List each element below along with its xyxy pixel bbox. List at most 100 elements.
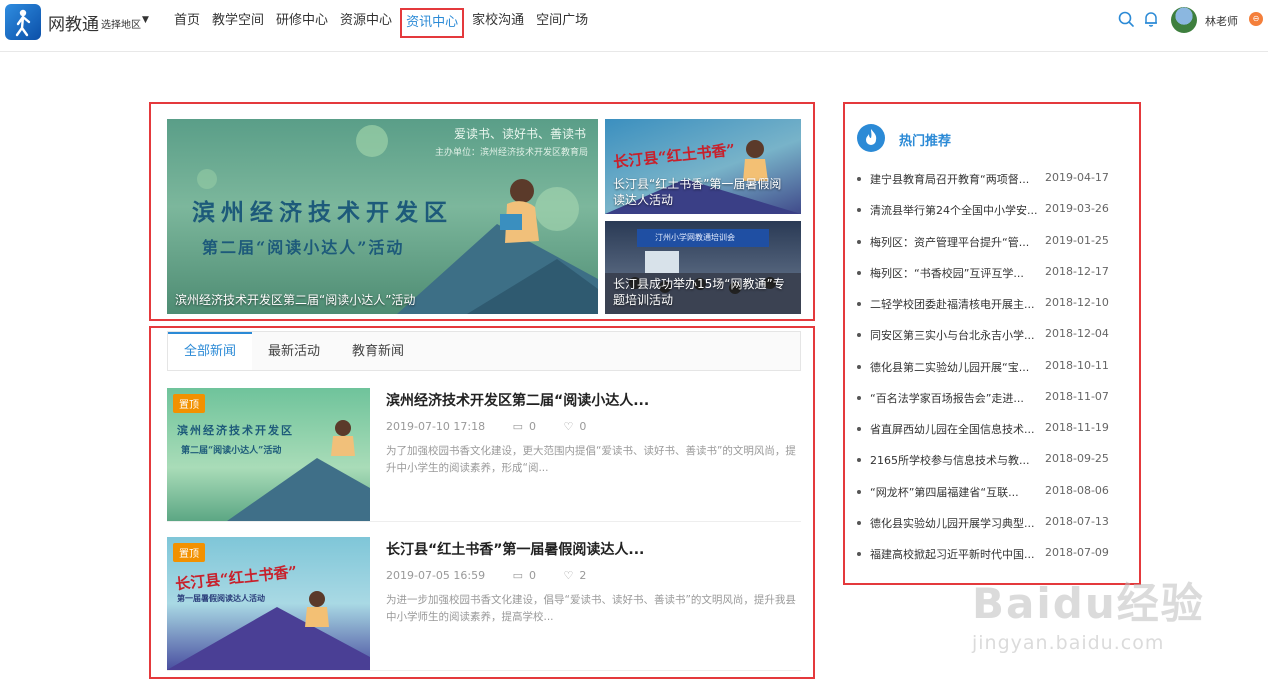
banner-text: 汀州小学网教通培训会 <box>655 233 735 242</box>
comment-icon[interactable]: ▭ <box>513 420 523 433</box>
bullet-icon <box>857 552 861 556</box>
brand-name[interactable]: 网教通 <box>48 10 99 35</box>
avatar[interactable] <box>1171 7 1197 33</box>
bullet-icon <box>857 239 861 244</box>
hot-item-title[interactable]: 建宁县教育局召开教育“两项督... <box>870 171 1040 187</box>
nav-home-school[interactable]: 家校沟通 <box>466 8 530 38</box>
comment-count: 0 <box>529 420 537 433</box>
tab-latest-activities[interactable]: 最新活动 <box>252 332 336 370</box>
bullet-icon <box>857 395 861 400</box>
news-thumbnail[interactable]: 滨州经济技术开发区 第二届“阅读小达人”活动 置顶 <box>167 388 370 521</box>
hot-list-item[interactable]: 2165所学校参与信息技术与教... 2018-09-25 <box>857 451 1127 469</box>
tab-all-news[interactable]: 全部新闻 <box>168 332 253 370</box>
poster-subheadline: 第二届“阅读小达人”活动 <box>181 446 282 456</box>
hot-list-item[interactable]: 福建高校掀起习近平新时代中国... 2018-07-09 <box>857 545 1127 563</box>
hot-item-title[interactable]: “网龙杯”第四届福建省“互联... <box>870 484 1040 500</box>
hot-list-item[interactable]: 德化县第二实验幼儿园开展“宝... 2018-10-11 <box>857 358 1127 376</box>
watermark-url: jingyan.baidu.com <box>972 632 1165 654</box>
watermark: Baidu经验 jingyan.baidu.com <box>972 570 1262 678</box>
hot-item-title[interactable]: 省直屏西幼儿园在全国信息技术... <box>870 421 1040 437</box>
poster-headline: 滨州经济技术开发区 <box>192 199 453 226</box>
caret-down-icon[interactable]: ▼ <box>142 15 149 25</box>
hot-list-item[interactable]: 建宁县教育局召开教育“两项督... 2019-04-17 <box>857 170 1127 188</box>
user-badge-icon[interactable]: ⊖ <box>1249 12 1263 26</box>
hot-item-title[interactable]: 德化县第二实验幼儿园开展“宝... <box>870 359 1040 375</box>
hot-list-item[interactable]: 梅列区：资产管理平台提升“管... 2019-01-25 <box>857 233 1127 251</box>
hot-item-date: 2018-12-10 <box>1045 296 1109 309</box>
bullet-icon <box>857 520 861 525</box>
user-name[interactable]: 林老师 <box>1205 13 1238 29</box>
region-selector[interactable]: 选择地区 <box>101 16 141 31</box>
hot-item-title[interactable]: 梅列区：“书香校园”互评互学... <box>870 265 1040 281</box>
news-item[interactable]: 滨州经济技术开发区 第二届“阅读小达人”活动 置顶 滨州经济技术开发区第二届“阅… <box>167 388 801 522</box>
hot-list-item[interactable]: “网龙杯”第四届福建省“互联... 2018-08-06 <box>857 483 1127 501</box>
hot-item-title[interactable]: “百名法学家百场报告会”走进... <box>870 390 1040 406</box>
news-tabs: 全部新闻 最新活动 教育新闻 <box>167 331 801 371</box>
news-thumbnail[interactable]: 长汀县“红土书香” 第一届暑假阅读达人活动 置顶 <box>167 537 370 670</box>
hot-list-item[interactable]: 省直屏西幼儿园在全国信息技术... 2018-11-19 <box>857 420 1127 438</box>
nav-teaching-space[interactable]: 教学空间 <box>206 8 270 38</box>
bell-icon[interactable] <box>1142 10 1160 28</box>
like-count: 0 <box>579 420 587 433</box>
news-summary: 为进一步加强校园书香文化建设，倡导“爱读书、读好书、善读书”的文明风尚，提升我县… <box>386 594 796 623</box>
carousel-side-slide-1[interactable]: 长汀县“红土书香” 长汀县“红土书香”第一届暑假阅读达人活动 <box>605 119 801 214</box>
hot-item-date: 2019-01-25 <box>1045 233 1109 247</box>
bullet-icon <box>857 302 861 306</box>
tab-education-news[interactable]: 教育新闻 <box>336 332 420 370</box>
poster-organizer: 主办单位：滨州经济技术开发区教育局 <box>434 148 588 158</box>
carousel-side-caption-2: 长汀县成功举办15场“网教通”专题培训活动 <box>613 277 785 307</box>
search-icon[interactable] <box>1117 10 1135 28</box>
hot-item-date: 2018-07-09 <box>1045 546 1109 559</box>
hot-item-title[interactable]: 清流县举行第24个全国中小学安... <box>870 202 1040 218</box>
pinned-badge: 置顶 <box>173 394 205 413</box>
carousel-side-slide-2[interactable]: 汀州小学网教通培训会 长汀县成功举办15场“网教通”专题培训活动 <box>605 221 801 314</box>
hot-item-date: 2018-09-25 <box>1045 452 1109 466</box>
hot-item-title[interactable]: 二轻学校团委赴福清核电开展主... <box>870 296 1040 312</box>
main-nav: 首页 教学空间 研修中心 资源中心 资讯中心 家校沟通 空间广场 <box>168 8 594 38</box>
carousel-main-slide[interactable]: 爱读书、读好书、善读书 主办单位：滨州经济技术开发区教育局 滨州经济技术开发区 … <box>167 119 598 314</box>
hot-item-title[interactable]: 同安区第三实小与台北永吉小学... <box>870 327 1040 343</box>
hot-item-title[interactable]: 福建高校掀起习近平新时代中国... <box>870 546 1040 562</box>
hot-list-item[interactable]: 梅列区：“书香校园”互评互学... 2018-12-17 <box>857 264 1127 282</box>
poster-headline: 滨州经济技术开发区 <box>177 424 294 437</box>
bullet-icon <box>857 177 861 181</box>
bullet-icon <box>857 489 861 494</box>
nav-research-center[interactable]: 研修中心 <box>270 8 334 38</box>
bullet-icon <box>857 270 861 275</box>
hot-list-item[interactable]: 同安区第三实小与台北永吉小学... 2018-12-04 <box>857 326 1127 344</box>
watermark-logo: Baidu经验 <box>972 579 1205 628</box>
nav-home[interactable]: 首页 <box>168 8 206 38</box>
bullet-icon <box>857 427 861 431</box>
hot-item-title[interactable]: 德化县实验幼儿园开展学习典型... <box>870 515 1040 531</box>
hot-item-date: 2018-07-13 <box>1045 514 1109 528</box>
news-item[interactable]: 长汀县“红土书香” 第一届暑假阅读达人活动 置顶 长汀县“红土书香”第一届暑假阅… <box>167 537 801 671</box>
comment-count: 0 <box>529 569 537 582</box>
news-summary: 为了加强校园书香文化建设，更大范围内提倡“爱读书、读好书、善读书”的文明风尚，提… <box>386 445 796 474</box>
hot-list-item[interactable]: “百名法学家百场报告会”走进... 2018-11-07 <box>857 389 1127 407</box>
bullet-icon <box>857 458 861 463</box>
nav-resource-center[interactable]: 资源中心 <box>334 8 398 38</box>
bullet-icon <box>857 364 861 369</box>
nav-news-center[interactable]: 资讯中心 <box>400 8 465 38</box>
hot-list-item[interactable]: 二轻学校团委赴福清核电开展主... 2018-12-10 <box>857 295 1127 313</box>
logo-icon[interactable] <box>5 4 41 40</box>
like-count: 2 <box>579 569 587 582</box>
hot-item-title[interactable]: 梅列区：资产管理平台提升“管... <box>870 234 1040 250</box>
hot-list-item[interactable]: 清流县举行第24个全国中小学安... 2019-03-26 <box>857 201 1127 219</box>
hot-item-date: 2018-12-04 <box>1045 327 1109 341</box>
hot-item-date: 2018-11-19 <box>1045 421 1109 434</box>
nav-space-plaza[interactable]: 空间广场 <box>530 8 594 38</box>
heart-icon[interactable]: ♡ <box>564 569 574 582</box>
pinned-badge: 置顶 <box>173 543 205 562</box>
hot-item-date: 2019-04-17 <box>1045 171 1109 184</box>
hot-list-item[interactable]: 德化县实验幼儿园开展学习典型... 2018-07-13 <box>857 514 1127 532</box>
poster-slogan: 爱读书、读好书、善读书 <box>453 127 586 141</box>
flame-icon <box>857 124 885 152</box>
news-title[interactable]: 滨州经济技术开发区第二届“阅读小达人... <box>386 390 649 410</box>
heart-icon[interactable]: ♡ <box>564 420 574 433</box>
news-title[interactable]: 长汀县“红土书香”第一届暑假阅读达人... <box>386 539 644 559</box>
hot-item-title[interactable]: 2165所学校参与信息技术与教... <box>870 452 1040 468</box>
hot-item-date: 2019-03-26 <box>1045 202 1109 216</box>
comment-icon[interactable]: ▭ <box>513 569 523 582</box>
news-time: 2019-07-05 16:59 <box>386 569 486 582</box>
